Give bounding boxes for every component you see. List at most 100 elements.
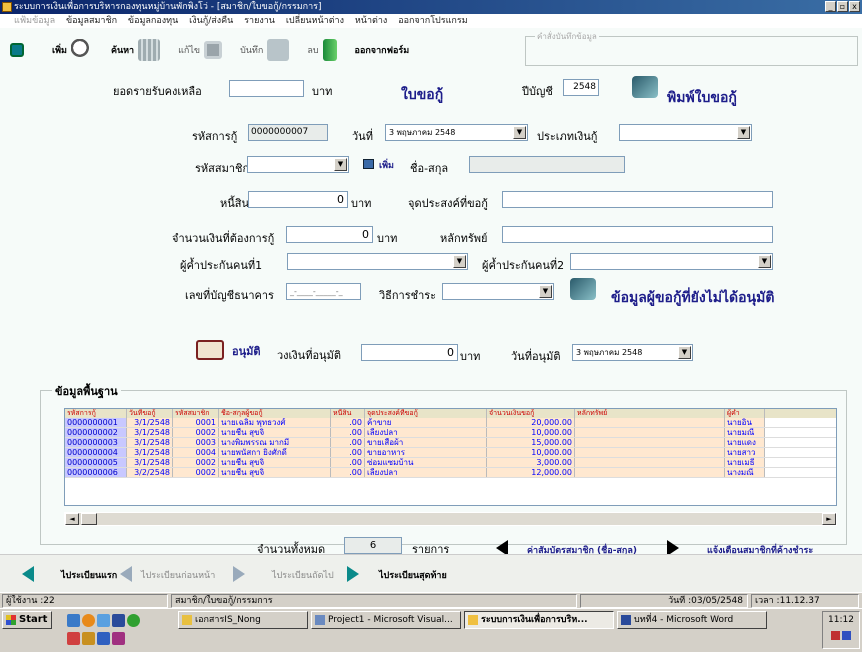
chevron-down-icon[interactable]: ▼ (678, 346, 691, 359)
last-record-button[interactable]: ไประเบียนสุดท้าย (379, 568, 447, 582)
chevron-down-icon[interactable]: ▼ (513, 126, 526, 139)
collateral-label: หลักทรัพย์ (440, 232, 488, 245)
menu-exit[interactable]: ออกจากโปรแกรม (398, 16, 467, 26)
quicklaunch-icon[interactable] (112, 632, 125, 645)
loan-table[interactable]: รหัสการกู้ วันที่ขอกู้ รหัสสมาชิก ชื่อ-ส… (64, 408, 837, 506)
scroll-left-icon[interactable]: ◄ (65, 513, 79, 525)
scroll-thumb[interactable] (81, 513, 97, 525)
table-row[interactable]: 0000000002 3/1/2548 0002 นายชื่น สุขจิ .00 เล… (65, 428, 836, 438)
add-member-button[interactable]: เพิ่ม (379, 158, 394, 172)
col-loan-code[interactable]: รหัสการกู้ (65, 409, 127, 418)
table-cell: .00 (331, 438, 365, 447)
collateral-field[interactable] (502, 226, 773, 243)
table-row[interactable]: 0000000001 3/1/2548 0001 นายเฉลิม พุทธวงศ์.… (65, 418, 836, 428)
col-collateral[interactable]: หลักทรัพย์ (575, 409, 725, 418)
balance-field[interactable] (229, 80, 304, 97)
menu-switch-window[interactable]: เปลี่ยนหน้าต่าง (286, 16, 344, 26)
chevron-down-icon[interactable]: ▼ (737, 126, 750, 139)
table-row[interactable]: 0000000006 3/2/2548 0002 นายชื่น สุขจิ .00 เล… (65, 468, 836, 478)
menu-loans[interactable]: เงินกู้/ส่งคืน (189, 16, 233, 26)
scroll-right-icon[interactable]: ► (822, 513, 836, 525)
loan-type-dropdown[interactable]: ▼ (619, 124, 752, 141)
clock[interactable]: 11:12 (823, 615, 859, 625)
task-app[interactable]: ระบบการเงินเพื่อการบริห... (464, 611, 614, 629)
next-record-icon[interactable] (233, 566, 245, 582)
prev-record-button[interactable]: ไประเบียนก่อนหน้า (141, 568, 215, 582)
debt-field[interactable]: 0 (248, 191, 348, 208)
menu-reports[interactable]: รายงาน (244, 16, 275, 26)
delete-button[interactable]: ลบ (307, 39, 337, 61)
col-purpose[interactable]: จุดประสงค์ที่ขอกู้ (365, 409, 487, 418)
next-record-button[interactable]: ไประเบียนถัดไป (272, 568, 334, 582)
bank-account-field[interactable]: _-____-_____-_ (286, 283, 361, 300)
menu-file[interactable]: แฟ้มข้อมูล (14, 16, 55, 26)
printer-icon[interactable] (570, 278, 596, 300)
close-button[interactable]: x (849, 1, 860, 12)
col-amount[interactable]: จำนวนเงินขอกู้ (487, 409, 575, 418)
unapproved-list-button[interactable]: ข้อมูลผู้ขอกู้ที่ยังไม่ได้อนุมัติ (611, 287, 774, 309)
prev-record-icon[interactable] (120, 566, 132, 582)
quicklaunch-icon[interactable] (82, 632, 95, 645)
green-app-icon[interactable] (127, 614, 140, 627)
chevron-down-icon[interactable]: ▼ (539, 285, 552, 298)
calendar-icon[interactable] (363, 159, 374, 169)
col-debt[interactable]: หนี้สิน (331, 409, 365, 418)
table-cell: 0000000004 (65, 448, 127, 457)
last-record-icon[interactable] (347, 566, 359, 582)
col-name[interactable]: ชื่อ-สกุลผู้ขอกู้ (219, 409, 331, 418)
payment-method-dropdown[interactable]: ▼ (442, 283, 554, 300)
printer-icon[interactable] (632, 76, 658, 98)
approved-amount-field[interactable]: 0 (361, 344, 458, 361)
menu-window[interactable]: หน้าต่าง (355, 16, 387, 26)
table-cell: นายชื่น สุขจิ (219, 468, 331, 477)
language-icon[interactable] (842, 631, 851, 640)
amount-field[interactable]: 0 (286, 226, 373, 243)
save-button[interactable]: บันทึก (240, 39, 290, 61)
guarantor2-dropdown[interactable]: ▼ (570, 253, 773, 270)
chevron-down-icon[interactable]: ▼ (453, 255, 466, 268)
purpose-field[interactable] (502, 191, 773, 208)
menu-members[interactable]: ข้อมูลสมาชิก (66, 16, 117, 26)
approve-button[interactable]: อนุมัติ (232, 342, 261, 360)
first-record-icon[interactable] (22, 566, 34, 582)
fiscal-year-field[interactable]: 2548 (563, 79, 599, 96)
print-loan-slip[interactable]: พิมพ์ใบขอกู้ (667, 87, 737, 109)
tray-icon[interactable] (831, 631, 840, 640)
search-button[interactable]: ค้นหา (111, 39, 161, 61)
quicklaunch-icon[interactable] (67, 632, 80, 645)
table-row[interactable]: 0000000005 3/1/2548 0002 นายชื่น สุขจิ .00 ซ่… (65, 458, 836, 468)
date-value: 3 พฤษภาคม 2548 (389, 128, 456, 137)
guarantor1-dropdown[interactable]: ▼ (287, 253, 468, 270)
word-icon[interactable] (112, 614, 125, 627)
task-folder[interactable]: เอกสารIS_Nong (178, 611, 308, 629)
quicklaunch-icon[interactable] (97, 632, 110, 645)
chevron-down-icon[interactable]: ▼ (758, 255, 771, 268)
approve-date-dropdown[interactable]: 3 พฤษภาคม 2548 ▼ (572, 344, 693, 361)
delete-label: ลบ (307, 46, 319, 56)
table-row[interactable]: 0000000004 3/1/2548 0004 นายพนัสกา ยิ่งศักด… (65, 448, 836, 458)
outlook-icon[interactable] (97, 614, 110, 627)
add-button[interactable]: เพิ่ม (52, 39, 93, 61)
task-vb[interactable]: Project1 - Microsoft Visual... (311, 611, 461, 629)
edit-button[interactable]: แก้ไข (178, 41, 223, 59)
table-row[interactable]: 0000000003 3/1/2548 0003 นางพิมพรรณ มากมี .0… (65, 438, 836, 448)
first-record-button[interactable]: ไประเบียนแรก (61, 568, 117, 582)
debt-label: หนี้สิน (220, 197, 250, 210)
col-date[interactable]: วันที่ขอกู้ (127, 409, 173, 418)
browser-icon[interactable] (82, 614, 95, 627)
horizontal-scrollbar[interactable]: ◄ ► (64, 512, 837, 526)
date-dropdown[interactable]: 3 พฤษภาคม 2548 ▼ (385, 124, 528, 141)
member-code-dropdown[interactable]: ▼ (247, 156, 349, 173)
desktop-icon[interactable] (67, 614, 80, 627)
minimize-button[interactable]: _ (825, 1, 836, 12)
grid-icon (138, 39, 161, 61)
task-word[interactable]: บทที่4 - Microsoft Word (617, 611, 767, 629)
chevron-down-icon[interactable]: ▼ (334, 158, 347, 171)
col-guarantor[interactable]: ผู้ค้ำ (725, 409, 765, 418)
exit-form-button[interactable]: ออกจากฟอร์ม (355, 43, 410, 57)
col-member-code[interactable]: รหัสสมาชิก (173, 409, 219, 418)
nav-button[interactable] (10, 43, 24, 57)
menu-fund[interactable]: ข้อมูลกองทุน (128, 16, 178, 26)
restore-button[interactable]: ▫ (837, 1, 848, 12)
approve-stamp-icon[interactable] (196, 340, 224, 360)
